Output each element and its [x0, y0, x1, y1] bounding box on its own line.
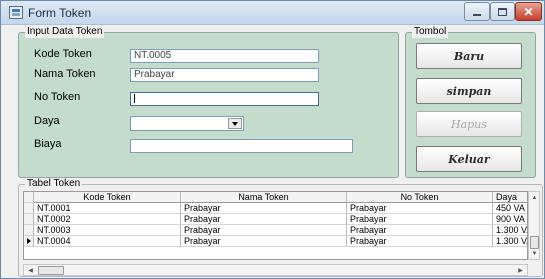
- app-form-icon: [9, 6, 23, 19]
- daya-dropdown[interactable]: [130, 116, 244, 131]
- scroll-up-arrow-icon[interactable]: ▲: [530, 193, 539, 202]
- cell-no-token[interactable]: Prabayar: [347, 214, 493, 225]
- column-header-daya[interactable]: Daya: [493, 192, 527, 203]
- cell-no-token[interactable]: Prabayar: [347, 225, 493, 236]
- scroll-down-arrow-icon[interactable]: ▼: [530, 249, 539, 258]
- cell-nama-token[interactable]: Prabayar: [181, 214, 347, 225]
- kode-token-label: Kode Token: [34, 48, 92, 60]
- title-bar[interactable]: Form Token ✕: [1, 1, 544, 25]
- nama-token-label: Nama Token: [34, 68, 96, 80]
- close-button[interactable]: ✕: [515, 2, 542, 21]
- cell-nama-token[interactable]: Prabayar: [181, 203, 347, 214]
- cell-kode-token[interactable]: NT.0003: [34, 225, 181, 236]
- cell-no-token[interactable]: Prabayar: [347, 236, 493, 247]
- cell-daya[interactable]: 1.300 VA: [493, 236, 527, 247]
- cell-nama-token[interactable]: Prabayar: [181, 236, 347, 247]
- tabel-group-label: Tabel Token: [25, 178, 83, 190]
- simpan-button[interactable]: simpan: [416, 78, 522, 104]
- grid-horizontal-scrollbar[interactable]: ◀ ▶: [23, 264, 528, 276]
- table-row[interactable]: NT.0003 Prabayar Prabayar 1.300 VA: [24, 225, 527, 236]
- window-title: Form Token: [28, 6, 92, 20]
- input-group-label: Input Data Token: [25, 26, 105, 38]
- cell-kode-token[interactable]: NT.0002: [34, 214, 181, 225]
- table-row[interactable]: NT.0002 Prabayar Prabayar 900 VA: [24, 214, 527, 225]
- cell-nama-token[interactable]: Prabayar: [181, 225, 347, 236]
- text-caret: [134, 93, 135, 103]
- close-icon: ✕: [523, 4, 534, 19]
- grid-header-row: Kode Token Nama Token No Token Daya: [24, 192, 527, 203]
- row-indicator[interactable]: [24, 225, 34, 236]
- row-indicator[interactable]: [24, 203, 34, 214]
- cell-daya[interactable]: 450 VA: [493, 203, 527, 214]
- token-data-grid[interactable]: Kode Token Nama Token No Token Daya NT.0…: [23, 191, 528, 260]
- nama-token-field[interactable]: Prabayar: [130, 68, 319, 82]
- current-row-arrow-icon[interactable]: [24, 236, 34, 247]
- baru-button[interactable]: Baru: [416, 43, 522, 69]
- row-indicator[interactable]: [24, 214, 34, 225]
- chevron-down-icon: [232, 121, 238, 126]
- form-token-window: Form Token ✕ Input Data Token Kode Token…: [0, 0, 545, 279]
- minimize-button[interactable]: [464, 2, 490, 21]
- daya-dropdown-button[interactable]: [228, 118, 242, 129]
- biaya-field[interactable]: [130, 139, 353, 153]
- scroll-left-arrow-icon[interactable]: ◀: [26, 266, 35, 275]
- cell-kode-token[interactable]: NT.0004: [34, 236, 181, 247]
- maximize-icon: [498, 7, 507, 16]
- vertical-scroll-thumb[interactable]: [530, 236, 539, 249]
- keluar-button[interactable]: Keluar: [416, 146, 522, 172]
- header-corner: [24, 192, 34, 203]
- cell-kode-token[interactable]: NT.0001: [34, 203, 181, 214]
- cell-no-token[interactable]: Prabayar: [347, 203, 493, 214]
- tombol-group-label: Tombol: [412, 26, 449, 38]
- cell-daya[interactable]: 1.300 VA: [493, 225, 527, 236]
- table-row[interactable]: NT.0001 Prabayar Prabayar 450 VA: [24, 203, 527, 214]
- no-token-label: No Token: [34, 91, 81, 103]
- scroll-right-arrow-icon[interactable]: ▶: [516, 266, 525, 275]
- no-token-field[interactable]: [130, 92, 319, 106]
- daya-label: Daya: [34, 115, 60, 127]
- horizontal-scroll-thumb[interactable]: [38, 266, 64, 275]
- column-header-kode-token[interactable]: Kode Token: [34, 192, 181, 203]
- cell-daya[interactable]: 900 VA: [493, 214, 527, 225]
- column-header-nama-token[interactable]: Nama Token: [181, 192, 347, 203]
- kode-token-field[interactable]: NT.0005: [130, 49, 319, 63]
- table-row-current[interactable]: NT.0004 Prabayar Prabayar 1.300 VA: [24, 236, 527, 247]
- column-header-no-token[interactable]: No Token: [347, 192, 493, 203]
- grid-vertical-scrollbar[interactable]: ▲ ▼: [528, 191, 540, 260]
- biaya-label: Biaya: [34, 138, 62, 150]
- hapus-button[interactable]: Hapus: [416, 111, 522, 137]
- minimize-icon: [473, 13, 481, 16]
- maximize-button[interactable]: [490, 2, 515, 21]
